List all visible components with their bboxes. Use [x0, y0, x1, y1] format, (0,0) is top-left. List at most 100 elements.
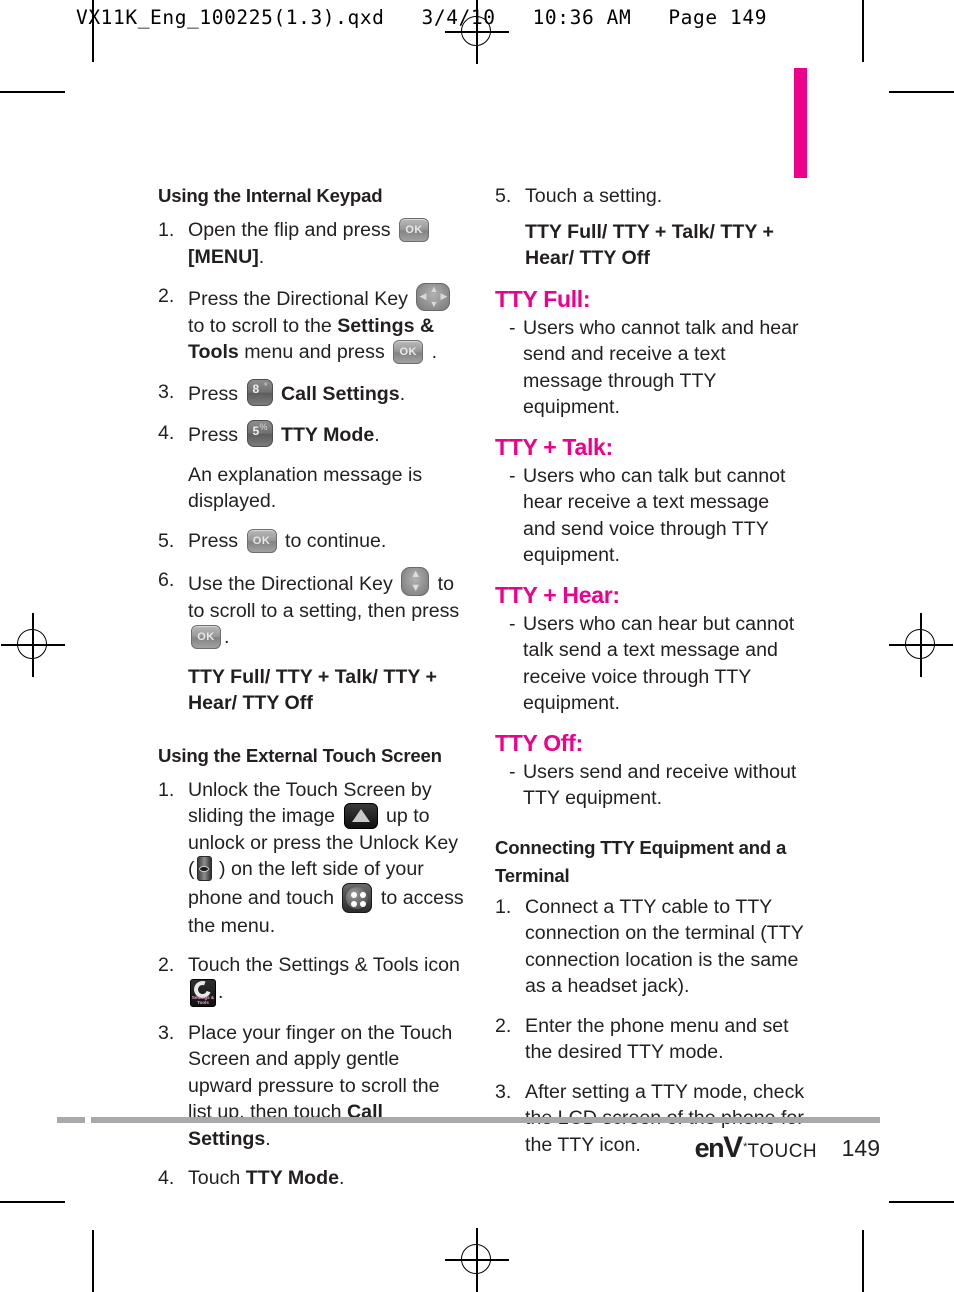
settings-icon-label: Settings & Tools [191, 994, 215, 1005]
ok-key-icon: OK [246, 528, 277, 553]
step-text-part: . [224, 626, 230, 648]
ok-key-icon: OK [191, 625, 221, 649]
mode-description: Users who can hear but cannot talk send … [523, 612, 795, 715]
registration-mark-bottom [445, 1228, 509, 1292]
section-title-external-touch-screen: Using the External Touch Screen [158, 744, 442, 766]
step-text-part: . [339, 1167, 345, 1189]
step-number: 6. [158, 569, 175, 591]
tty-mode-heading-hear: TTY + Hear: [495, 581, 620, 608]
step-text-part: Touch the Settings & Tools icon [188, 954, 460, 976]
step-text-part: Press [188, 424, 239, 446]
crop-mark-top-right-h [889, 91, 954, 93]
mode-description: Users send and receive without TTY equip… [523, 760, 797, 810]
dash-bullet: - [509, 464, 516, 487]
step-text-part: . [218, 980, 224, 1003]
step-number: 5. [495, 185, 512, 207]
crop-mark-bottom-left-v [92, 1230, 94, 1292]
page-number: 149 [841, 1134, 880, 1161]
env-touch-logo: enV*TOUCH [695, 1131, 818, 1165]
step-text-part: Press [188, 382, 239, 405]
settings-and-tools-icon: Settings & Tools [190, 978, 216, 1007]
internal-keypad-steps: 1. Open the flip and press OK [MENU]. 2.… [158, 217, 468, 449]
step-text-part: to [437, 573, 454, 595]
list-item: - Users who can hear but cannot talk sen… [509, 611, 805, 717]
step-bold-text: Call Settings [281, 382, 400, 405]
up-down-key-icon: ▲ ▼ [401, 567, 430, 596]
mode-description: Users who cannot talk and hear send and … [523, 316, 799, 419]
step-text-part: . [399, 382, 406, 405]
tty-mode-desc-hear: - Users who can hear but cannot talk sen… [495, 611, 805, 717]
ok-key-label: OK [399, 346, 417, 358]
explanation-note: An explanation message is displayed. [188, 463, 423, 513]
section-title-connecting-tty: Connecting TTY Equipment and a Terminal [495, 836, 787, 886]
list-item: 1. Unlock the Touch Screen by sliding th… [158, 777, 468, 940]
step-bold-text: [MENU] [188, 245, 259, 268]
step-number: 2. [158, 954, 175, 976]
dash-bullet: - [509, 612, 516, 635]
external-touch-screen-steps: 1. Unlock the Touch Screen by sliding th… [158, 777, 468, 1192]
menu-dots-icon [342, 882, 373, 913]
list-item: - Users send and receive without TTY equ… [509, 759, 805, 812]
dash-bullet: - [509, 316, 516, 339]
step-number: 3. [158, 380, 175, 403]
ok-key-icon: OK [393, 340, 424, 364]
list-item: - Users who cannot talk and hear send an… [509, 315, 805, 421]
step-text-part: Press the Directional Key [188, 288, 408, 310]
tty-settings-list-right: TTY Full/ TTY + Talk/ TTY + Hear/ TTY Of… [525, 220, 774, 270]
tty-mode-heading-off: TTY Off: [495, 729, 583, 756]
step-number: 1. [158, 778, 175, 801]
directional-key-icon: ▲ ▼ ◀ ▶ [416, 283, 451, 311]
step-text-part: . [374, 424, 380, 446]
step-bold-text: TTY Mode [245, 1167, 339, 1189]
list-item: 5. Touch a setting. [495, 183, 805, 210]
logo-en: en [694, 1133, 725, 1163]
unlock-key-icon [196, 856, 212, 881]
list-item: 2. Enter the phone menu and set the desi… [495, 1013, 805, 1066]
touch-setting-step: 5. Touch a setting. [495, 183, 805, 210]
step-number: 2. [495, 1014, 512, 1037]
registration-mark-right [889, 613, 953, 677]
key-digit: 8 [252, 382, 260, 396]
step-number: 4. [158, 1167, 175, 1189]
step-text-part: Open the flip and press [188, 219, 391, 241]
step-text-part: Touch a setting. [525, 185, 663, 207]
step-text-part: to scroll to the [209, 314, 338, 337]
list-item: 6. Use the Directional Key ▲ ▼ to to scro… [158, 567, 468, 651]
tty-mode-desc-off: - Users send and receive without TTY equ… [495, 759, 805, 812]
crop-mark-top-right-v [862, 0, 864, 62]
dash-bullet: - [509, 760, 516, 783]
step-text-part: to continue. [285, 529, 387, 552]
internal-keypad-steps-cont: 5. Press OK to continue. 6. Use the Dire… [158, 528, 468, 651]
crop-mark-bottom-left-h [0, 1201, 65, 1203]
key-symbol: * [264, 380, 268, 391]
key-symbol: % [259, 422, 268, 432]
list-item: 2. Press the Directional Key ▲ ▼ ◀ ▶ to to … [158, 283, 468, 366]
step-number: 5. [158, 529, 175, 552]
registration-mark-left [1, 613, 65, 677]
ok-key-icon: OK [399, 218, 430, 242]
ok-key-label: OK [197, 631, 215, 643]
left-column: Using the Internal Keypad 1. Open the fl… [158, 183, 468, 1205]
logo-touch: TOUCH [747, 1141, 818, 1162]
slide-up-arrow-icon [343, 803, 378, 829]
tty-mode-desc-talk: - Users who can talk but cannot hear rec… [495, 463, 805, 569]
ok-key-label: OK [405, 224, 423, 236]
crop-mark-bottom-right-h [889, 1201, 954, 1203]
logo-v: V [723, 1131, 744, 1164]
step-number: 1. [158, 219, 175, 241]
step-text-part: Use the Directional Key [188, 573, 393, 595]
page-header-filename: VX11K_Eng_100225(1.3).qxd 3/4/10 10:36 A… [76, 6, 768, 29]
list-item: 2. Touch the Settings & Tools icon Setti… [158, 952, 468, 1007]
crop-mark-bottom-right-v [862, 1230, 864, 1292]
tty-mode-desc-full: - Users who cannot talk and hear send an… [495, 315, 805, 421]
list-item: 3. Press 8 * Call Settings. [158, 378, 468, 408]
section-title-internal-keypad: Using the Internal Keypad [158, 185, 383, 206]
step-text-part: Press [188, 529, 239, 552]
step-text-part: . [258, 245, 265, 268]
step-text-part: Place your finger on the Touch Screen an… [188, 1021, 453, 1124]
step-text-part: Connect a TTY cable to TTY connection on… [525, 895, 804, 998]
step-number: 3. [158, 1021, 175, 1044]
key-8-icon: 8 * [246, 378, 273, 406]
ok-key-label: OK [252, 534, 271, 547]
crop-mark-top-left-h [0, 91, 65, 93]
